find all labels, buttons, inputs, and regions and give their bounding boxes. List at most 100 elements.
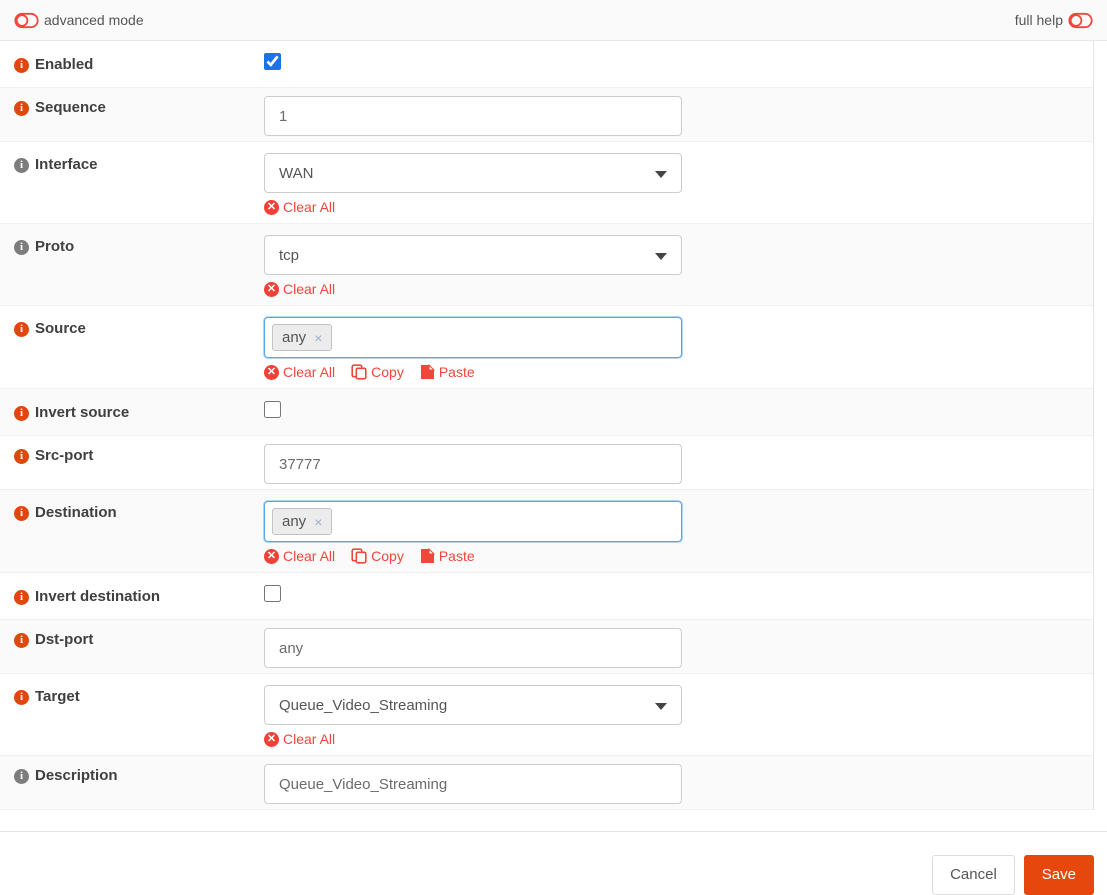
row-target: i Target Queue_Video_Streaming ✕ Clear A… [0, 674, 1093, 756]
destination-copy-link[interactable]: Copy [351, 548, 404, 564]
enabled-checkbox[interactable] [264, 53, 281, 70]
times-circle-icon: ✕ [264, 281, 279, 297]
full-help-label: full help [1014, 12, 1063, 28]
enabled-label: Enabled [35, 56, 94, 73]
field-label-description: i Description [0, 764, 264, 786]
target-label: Target [35, 688, 80, 705]
invert-source-checkbox[interactable] [264, 401, 281, 418]
field-label-target: i Target [0, 685, 264, 707]
copy-icon [351, 364, 367, 380]
destination-label: Destination [35, 504, 117, 521]
chevron-down-icon [655, 703, 667, 710]
row-destination: i Destination any × ✕ Clear All Copy Pas… [0, 490, 1093, 573]
source-label: Source [35, 320, 86, 337]
info-icon[interactable]: i [14, 239, 29, 255]
sequence-input[interactable] [264, 96, 682, 136]
field-label-enabled: i Enabled [0, 53, 264, 75]
dst-port-input[interactable] [264, 628, 682, 668]
info-icon[interactable]: i [14, 100, 29, 116]
info-icon[interactable]: i [14, 589, 29, 605]
times-circle-icon: ✕ [264, 199, 279, 215]
info-icon[interactable]: i [14, 405, 29, 421]
interface-label: Interface [35, 156, 98, 173]
info-icon[interactable]: i [14, 505, 29, 521]
destination-clear-all-link[interactable]: ✕ Clear All [264, 548, 335, 564]
src-port-label: Src-port [35, 447, 94, 464]
toggle-off-icon [1068, 12, 1093, 28]
field-label-dst-port: i Dst-port [0, 628, 264, 650]
interface-clear-all-link[interactable]: ✕ Clear All [264, 199, 335, 215]
tag-chip-label: any [282, 329, 307, 346]
info-icon[interactable]: i [14, 768, 29, 784]
field-label-invert-destination: i Invert destination [0, 585, 264, 607]
options-bar: advanced mode full help [0, 0, 1107, 41]
proto-clear-all-link[interactable]: ✕ Clear All [264, 281, 335, 297]
info-icon[interactable]: i [14, 57, 29, 73]
proto-selected-value: tcp [279, 246, 300, 264]
advanced-mode-toggle[interactable]: advanced mode [14, 12, 144, 29]
chevron-down-icon [655, 171, 667, 178]
rule-edit-form: i Enabled i Sequence i Interface WAN [0, 41, 1094, 810]
interface-selected-value: WAN [279, 164, 314, 182]
target-select[interactable]: Queue_Video_Streaming [264, 685, 682, 725]
info-icon[interactable]: i [14, 321, 29, 337]
tag-chip: any × [272, 508, 333, 535]
save-button[interactable]: Save [1023, 855, 1094, 895]
field-label-interface: i Interface [0, 153, 264, 175]
info-icon[interactable]: i [14, 157, 29, 173]
info-icon[interactable]: i [14, 448, 29, 464]
row-source: i Source any × ✕ Clear All Copy Paste [0, 306, 1093, 389]
paste-icon [420, 364, 435, 379]
row-invert-destination: i Invert destination [0, 573, 1093, 620]
row-enabled: i Enabled [0, 41, 1093, 88]
source-tags-input[interactable]: any × [264, 317, 682, 358]
footer-actions: Cancel Save [0, 832, 1107, 895]
row-dst-port: i Dst-port [0, 620, 1093, 674]
proto-label: Proto [35, 238, 75, 255]
full-help-toggle[interactable]: full help [1015, 12, 1093, 29]
row-src-port: i Src-port [0, 436, 1093, 490]
cancel-button[interactable]: Cancel [932, 855, 1015, 895]
copy-icon [351, 548, 367, 564]
field-label-sequence: i Sequence [0, 96, 264, 118]
dst-port-label: Dst-port [35, 631, 94, 648]
times-circle-icon: ✕ [264, 364, 279, 380]
field-label-proto: i Proto [0, 235, 264, 257]
tag-remove-icon[interactable]: × [314, 330, 322, 346]
destination-paste-link[interactable]: Paste [420, 548, 475, 564]
times-circle-icon: ✕ [264, 548, 279, 564]
advanced-mode-label: advanced mode [44, 12, 144, 28]
field-label-destination: i Destination [0, 501, 264, 523]
paste-icon [420, 548, 435, 563]
row-description: i Description [0, 756, 1093, 810]
source-copy-link[interactable]: Copy [351, 364, 404, 380]
source-clear-all-link[interactable]: ✕ Clear All [264, 364, 335, 380]
times-circle-icon: ✕ [264, 731, 279, 747]
field-label-invert-source: i Invert source [0, 401, 264, 423]
invert-destination-checkbox[interactable] [264, 585, 281, 602]
invert-source-label: Invert source [35, 404, 130, 421]
destination-tags-input[interactable]: any × [264, 501, 682, 542]
chevron-down-icon [655, 253, 667, 260]
toggle-off-icon [14, 12, 39, 28]
description-input[interactable] [264, 764, 682, 804]
invert-destination-label: Invert destination [35, 588, 161, 605]
info-icon[interactable]: i [14, 689, 29, 705]
tag-remove-icon[interactable]: × [314, 514, 322, 530]
target-selected-value: Queue_Video_Streaming [279, 696, 448, 714]
tag-chip: any × [272, 324, 333, 351]
source-paste-link[interactable]: Paste [420, 364, 475, 380]
row-sequence: i Sequence [0, 88, 1093, 142]
interface-select[interactable]: WAN [264, 153, 682, 193]
info-icon[interactable]: i [14, 632, 29, 648]
proto-select[interactable]: tcp [264, 235, 682, 275]
row-proto: i Proto tcp ✕ Clear All [0, 224, 1093, 306]
row-interface: i Interface WAN ✕ Clear All [0, 142, 1093, 224]
target-clear-all-link[interactable]: ✕ Clear All [264, 731, 335, 747]
field-label-src-port: i Src-port [0, 444, 264, 466]
row-invert-source: i Invert source [0, 389, 1093, 436]
src-port-input[interactable] [264, 444, 682, 484]
sequence-label: Sequence [35, 99, 106, 116]
field-label-source: i Source [0, 317, 264, 339]
description-label: Description [35, 767, 118, 784]
